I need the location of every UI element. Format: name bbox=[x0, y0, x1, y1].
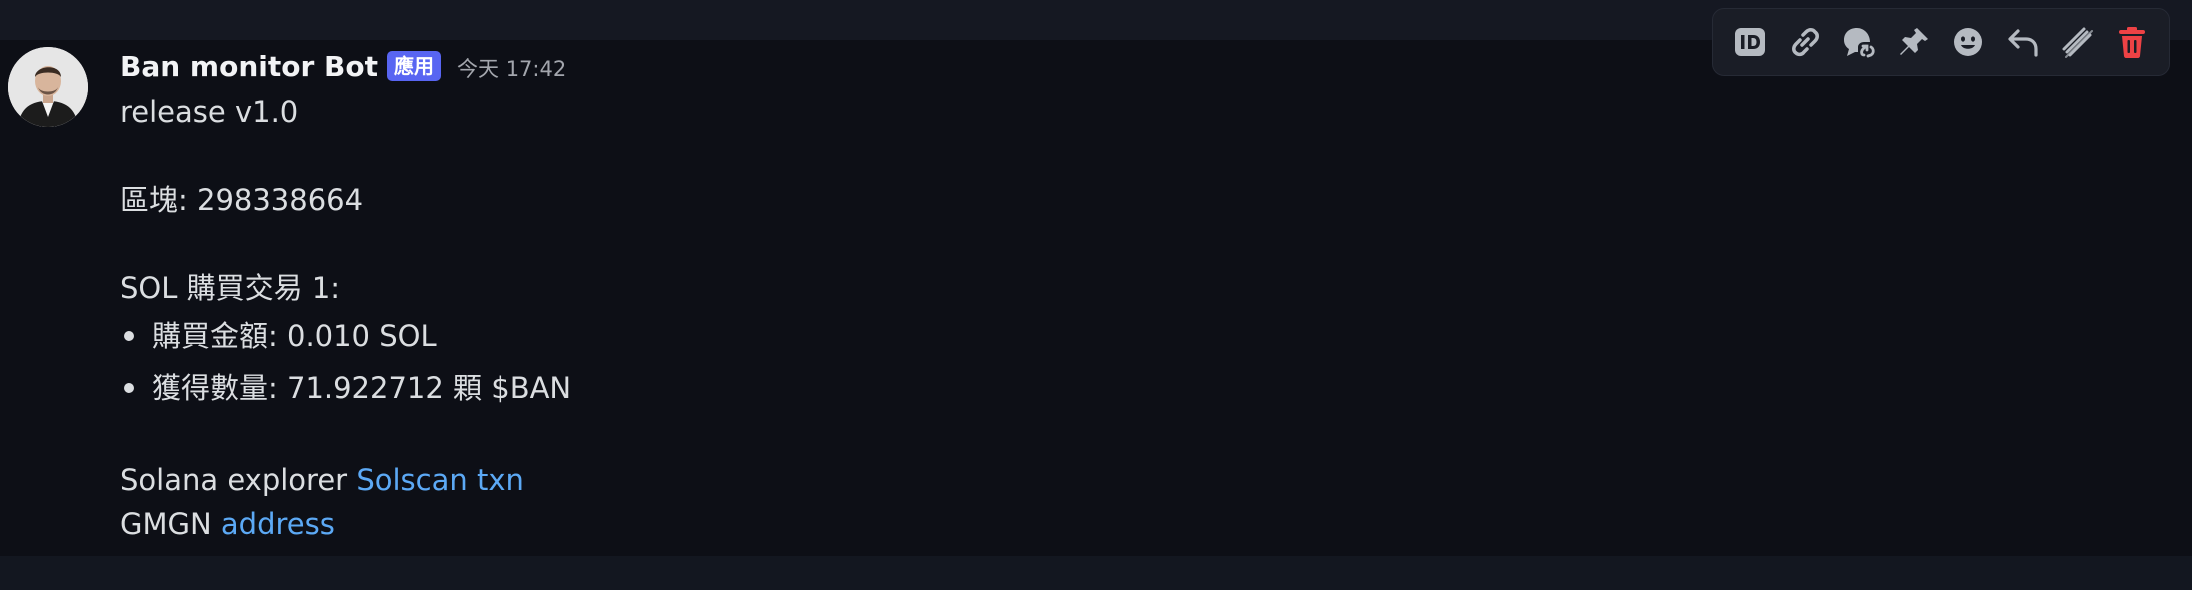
reply-thread-icon bbox=[1844, 28, 1875, 58]
trade-title: SOL 購買交易 1: bbox=[120, 271, 341, 305]
message-row[interactable]: Ban monitor Bot 應用 今天 17:42 release v1.0… bbox=[0, 40, 2192, 556]
message-timestamp[interactable]: 今天 17:42 bbox=[457, 53, 566, 83]
gmgn-address-link[interactable]: address bbox=[221, 507, 335, 541]
chat-view: Ban monitor Bot 應用 今天 17:42 release v1.0… bbox=[0, 0, 2192, 590]
release-line: release v1.0 bbox=[120, 95, 299, 129]
message-input-area bbox=[0, 556, 2192, 590]
gmgn-prefix: GMGN bbox=[120, 507, 221, 541]
delete-button[interactable] bbox=[2109, 19, 2155, 65]
delete-icon bbox=[2118, 27, 2145, 58]
bullet-icon bbox=[124, 383, 134, 393]
add-reaction-icon bbox=[1954, 28, 1983, 56]
received-amount-text: 獲得數量: 71.922712 顆 $BAN bbox=[152, 371, 572, 405]
copy-link-icon bbox=[1791, 28, 1819, 57]
reply-icon bbox=[2008, 29, 2038, 57]
avatar[interactable] bbox=[8, 47, 88, 127]
bullet-icon bbox=[124, 331, 134, 341]
block-line: 區塊: 298338664 bbox=[120, 183, 364, 217]
pin-icon bbox=[1899, 28, 1928, 55]
add-reaction-button[interactable] bbox=[1945, 19, 1991, 65]
avatar-photo-icon bbox=[8, 47, 88, 127]
author-name[interactable]: Ban monitor Bot bbox=[120, 50, 378, 83]
copy-link-button[interactable] bbox=[1782, 19, 1828, 65]
mark-unread-icon bbox=[2062, 27, 2094, 58]
copy-id-button[interactable] bbox=[1727, 19, 1773, 65]
solscan-link[interactable]: Solscan txn bbox=[356, 463, 524, 497]
reply-button[interactable] bbox=[2000, 19, 2046, 65]
pin-button[interactable] bbox=[1891, 19, 1937, 65]
message-header: Ban monitor Bot 應用 今天 17:42 bbox=[120, 46, 566, 86]
buy-amount-text: 購買金額: 0.010 SOL bbox=[152, 319, 437, 353]
message-content: release v1.0 區塊: 298338664 SOL 購買交易 1: 購… bbox=[120, 90, 1320, 546]
gmgn-line: GMGN address bbox=[120, 502, 1320, 546]
message-toolbar bbox=[1712, 8, 2170, 76]
copy-id-icon bbox=[1735, 28, 1765, 56]
thread-reply-button[interactable] bbox=[1836, 19, 1882, 65]
list-item: 獲得數量: 71.922712 顆 $BAN bbox=[120, 362, 1320, 414]
app-badge: 應用 bbox=[387, 51, 442, 81]
explorer-prefix: Solana explorer bbox=[120, 463, 357, 497]
mark-unread-button[interactable] bbox=[2054, 19, 2100, 65]
explorer-line: Solana explorer Solscan txn bbox=[120, 458, 1320, 502]
list-item: 購買金額: 0.010 SOL bbox=[120, 310, 1320, 362]
